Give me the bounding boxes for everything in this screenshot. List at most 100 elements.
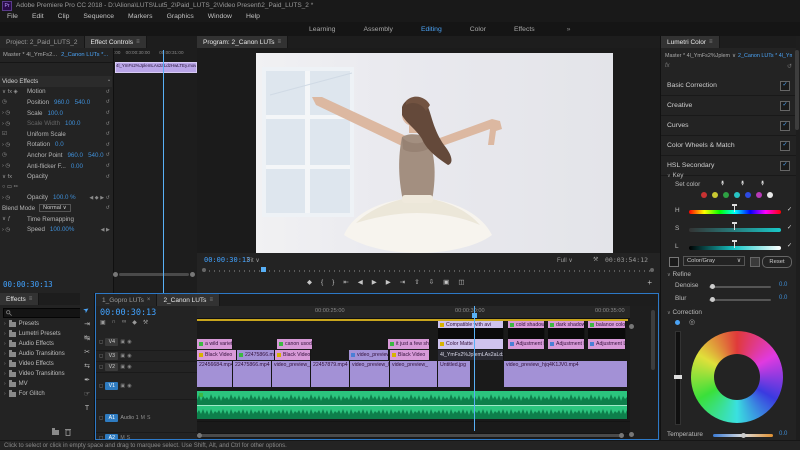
track-output-eye-icon[interactable]: ◉ xyxy=(127,364,132,370)
parameter-value[interactable]: 100.0 xyxy=(47,110,62,117)
section-enabled-checkbox[interactable]: ✓ xyxy=(780,140,790,151)
correction-section-label[interactable]: Correction xyxy=(672,309,701,316)
timeline-clip[interactable]: dark shadow xyxy=(548,321,585,339)
transport-button[interactable]: ⇥ xyxy=(400,278,405,286)
effect-parameter-row[interactable]: ∨ fx Opacity ↺ xyxy=(0,171,112,182)
blur-slider[interactable] xyxy=(709,297,771,302)
parameter-reset-icon[interactable]: ◀ ▶ xyxy=(101,227,110,233)
twirl-icon[interactable]: › xyxy=(4,381,6,387)
effect-parameter-row[interactable]: Blend Mode Normal ∨ ↺ xyxy=(0,203,112,214)
section-enabled-checkbox[interactable]: ✓ xyxy=(780,120,790,131)
parameter-value[interactable]: 960.0 540.0 xyxy=(67,152,103,159)
key-section-label[interactable]: Key xyxy=(672,172,683,179)
lumetri-scrollbar[interactable] xyxy=(795,50,799,130)
effect-parameter-row[interactable]: ◷ Anchor Point 960.0 540.0 ↺ xyxy=(0,150,112,161)
transport-button[interactable]: ◆ xyxy=(307,278,312,286)
parameter-lead-icons[interactable]: › ◷ xyxy=(2,195,27,201)
transport-button[interactable]: ◫ xyxy=(458,278,464,286)
timeline-clip[interactable]: balance color xyxy=(588,321,626,339)
sync-lock-icon[interactable]: ▣ xyxy=(120,364,125,370)
luma-check-icon[interactable]: ✓ xyxy=(787,242,792,249)
lumetri-section-row[interactable]: Color Wheels & Match ✓ xyxy=(661,136,796,156)
timeline-clip[interactable]: video_preview_ xyxy=(272,361,311,387)
menu-item[interactable]: Help xyxy=(239,13,267,20)
timeline-clip[interactable]: video_preview_f xyxy=(349,350,389,360)
lumetri-section-row[interactable]: Creative ✓ xyxy=(661,96,796,116)
timeline-playhead-head[interactable] xyxy=(472,313,477,318)
track-v1-lane[interactable]: 22456684.mp4 22475866.mp4 video_preview_… xyxy=(197,361,630,388)
timeline-zoom-handle-left[interactable] xyxy=(197,433,202,438)
luma-range-slider[interactable] xyxy=(689,240,781,250)
workspace-tab[interactable]: Learning xyxy=(295,26,349,33)
matte-mode-dropdown[interactable]: Color/Gray ∨ xyxy=(683,256,745,266)
timeline-clip[interactable]: video_preview_ xyxy=(390,361,438,387)
tool-button[interactable]: ⇆ xyxy=(84,363,90,371)
timeline-clip[interactable]: canon usod5 xyxy=(277,339,313,349)
sequence-label[interactable]: 2_Canon LUTs *... xyxy=(61,52,108,58)
sync-lock-icon[interactable]: ▣ xyxy=(120,339,125,345)
workspace-tab[interactable]: Effects xyxy=(500,26,549,33)
effect-parameter-row[interactable]: ◷ Position 960.0 540.0 ↺ xyxy=(0,97,112,108)
temperature-slider[interactable] xyxy=(713,433,773,438)
parameter-value[interactable]: 100.0 xyxy=(65,120,80,127)
parameter-lead-icons[interactable]: › ◷ xyxy=(2,227,27,233)
effects-folder-row[interactable]: › Video Transitions xyxy=(0,369,80,379)
button-editor-plus[interactable]: + xyxy=(647,278,652,287)
tab-sequence-1[interactable]: 1_Gopro LUTs × xyxy=(96,294,158,306)
effects-folder-row[interactable]: › Audio Effects xyxy=(0,339,80,349)
twirl-icon[interactable]: › xyxy=(4,391,6,397)
timeline-clip[interactable]: video_preview_h xyxy=(350,361,390,387)
parameter-reset-icon[interactable]: ↺ xyxy=(106,174,110,180)
track-header-a1[interactable]: ◻ A1 Audio 1 M S xyxy=(96,403,197,433)
twirl-icon[interactable]: › xyxy=(4,331,6,337)
track-a2-lane[interactable] xyxy=(197,421,630,434)
panel-menu-icon[interactable]: ≡ xyxy=(209,297,213,303)
track-target-v4[interactable]: V4 xyxy=(105,337,119,346)
parameter-value[interactable]: 0.0 xyxy=(55,141,64,148)
menu-item[interactable]: Graphics xyxy=(160,13,201,20)
lock-icon[interactable]: ◻ xyxy=(99,364,103,370)
color-swatch[interactable] xyxy=(723,192,729,198)
solo-button[interactable]: S xyxy=(147,415,150,421)
transport-button[interactable]: { xyxy=(321,279,323,286)
track-a1-lane[interactable] xyxy=(197,391,630,421)
timeline-clip[interactable]: Color Matte xyxy=(438,339,504,349)
parameter-value[interactable]: 100.00% xyxy=(50,226,74,233)
effect-controls-timecode[interactable]: 00:00:30:13 xyxy=(3,280,53,289)
parameter-lead-icons[interactable]: ∨ ƒ xyxy=(2,216,27,222)
parameter-lead-icons[interactable]: ☑ xyxy=(2,131,27,137)
lumetri-section-row[interactable]: Basic Correction ✓ xyxy=(661,76,796,96)
reset-effect-icon[interactable]: ↺ xyxy=(787,63,792,73)
track-header-v3[interactable]: ◻ V3 ▣ ◉ xyxy=(96,351,197,362)
lock-icon[interactable]: ◻ xyxy=(99,339,103,345)
hue-range-slider[interactable] xyxy=(689,204,781,214)
timeline-clip[interactable]: Adjustment Lay xyxy=(548,339,585,349)
timeline-clip[interactable]: Untitled.jpg xyxy=(438,361,471,387)
sync-lock-icon[interactable]: ▣ xyxy=(120,353,125,359)
saturation-check-icon[interactable]: ✓ xyxy=(787,224,792,231)
timeline-clip[interactable]: Compatible with avi xyxy=(438,321,504,339)
twirl-icon[interactable]: › xyxy=(4,371,6,377)
section-enabled-checkbox[interactable]: ✓ xyxy=(780,160,790,171)
color-swatch[interactable] xyxy=(756,192,762,198)
new-bin-icon[interactable] xyxy=(52,427,59,435)
parameter-lead-icons[interactable]: ○ ▭ ✏ xyxy=(2,184,27,190)
timeline-clip[interactable]: Adjustment Lay xyxy=(508,339,545,349)
effect-controls-mini-timeline[interactable]: :00 00:00:30:00 00:00:31:00 4l_YmFs2%Jpl… xyxy=(113,48,198,293)
timeline-toolbar-button[interactable]: ⚒ xyxy=(143,319,148,326)
lumetri-section-row[interactable]: Curves ✓ xyxy=(661,116,796,136)
timeline-clip[interactable]: 22475866.mp4 xyxy=(237,350,275,360)
tab-effects[interactable]: Effects ≡ xyxy=(0,293,40,305)
timeline-clip[interactable]: a wild variety xyxy=(197,339,233,349)
settings-wrench-icon[interactable]: ⚒ xyxy=(593,256,598,263)
effects-search-input[interactable] xyxy=(3,308,81,318)
eyedropper-minus-icon[interactable]: ✒ xyxy=(758,180,766,186)
parameter-reset-icon[interactable]: ↺ xyxy=(106,142,110,148)
parameter-lead-icons[interactable]: › ◷ xyxy=(2,142,27,148)
mute-button[interactable]: M xyxy=(141,415,145,421)
track-target-v3[interactable]: V3 xyxy=(105,352,119,360)
timeline-ruler[interactable]: 00:00:25:00 00:00:30:00 00:00:35:00 xyxy=(197,306,630,319)
tool-button[interactable]: T xyxy=(85,405,89,413)
effect-parameter-row[interactable]: › ◷ Anti-flicker F... 0.00 ↺ xyxy=(0,161,112,172)
parameter-reset-icon[interactable]: ↺ xyxy=(106,163,110,169)
